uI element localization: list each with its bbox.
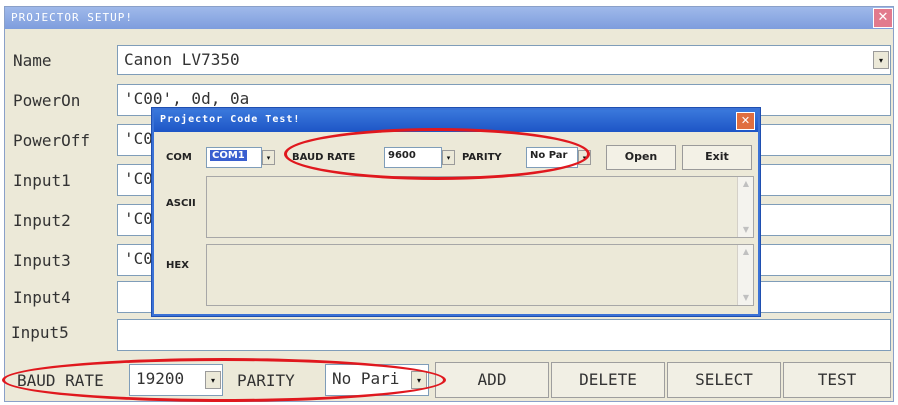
hex-textarea[interactable]: ▲ ▼ <box>206 244 754 306</box>
hex-scrollbar[interactable]: ▲ ▼ <box>737 245 753 305</box>
poweron-value: 'C00', 0d, 0a <box>124 89 250 108</box>
dialog-close-icon[interactable]: ✕ <box>736 112 755 130</box>
bottom-parity-arrow-icon[interactable]: ▾ <box>411 371 427 389</box>
ascii-textarea[interactable]: ▲ ▼ <box>206 176 754 238</box>
ascii-scrollbar[interactable]: ▲ ▼ <box>737 177 753 237</box>
com-arrow-icon[interactable]: ▾ <box>262 150 275 165</box>
poweroff-label: PowerOff <box>13 131 91 150</box>
bottom-baud-arrow-icon[interactable]: ▾ <box>205 371 221 389</box>
input1-label: Input1 <box>13 171 71 190</box>
main-title-bar: PROJECTOR SETUP! ✕ <box>5 7 893 29</box>
dialog-baud-label: BAUD RATE <box>292 152 356 163</box>
poweroff-value: 'C0 <box>124 129 153 148</box>
com-select[interactable]: COM1 <box>206 147 262 168</box>
poweron-label: PowerOn <box>13 91 81 110</box>
main-title: PROJECTOR SETUP! <box>11 11 133 24</box>
dialog-parity-select[interactable]: No Par <box>526 147 578 168</box>
hex-label: HEX <box>166 260 189 271</box>
input5-label: Input5 <box>11 323 69 342</box>
input2-label: Input2 <box>13 211 71 230</box>
name-select[interactable]: Canon LV7350 <box>117 45 891 75</box>
code-test-dialog: Projector Code Test! ✕ COM COM1 ▾ BAUD R… <box>152 108 760 316</box>
com-value: COM1 <box>210 150 247 161</box>
ascii-scroll-down-icon[interactable]: ▼ <box>738 225 754 234</box>
dialog-parity-label: PARITY <box>462 152 502 163</box>
dialog-title: Projector Code Test! <box>160 114 301 125</box>
exit-button[interactable]: Exit <box>682 145 752 170</box>
bottom-parity-label: PARITY <box>237 371 295 390</box>
dialog-baud-value: 9600 <box>388 150 416 161</box>
name-label: Name <box>13 51 52 70</box>
input5-input[interactable] <box>117 319 891 351</box>
input3-value: 'C0 <box>124 249 153 268</box>
ascii-label: ASCII <box>166 198 196 209</box>
dialog-title-bar: Projector Code Test! ✕ <box>154 110 758 132</box>
input1-value: 'C0 <box>124 169 153 188</box>
add-button[interactable]: ADD <box>435 362 549 398</box>
input2-value: 'C0 <box>124 209 153 228</box>
bottom-baud-label: BAUD RATE <box>17 371 104 390</box>
com-label: COM <box>166 152 192 163</box>
dialog-parity-value: No Par <box>530 150 568 161</box>
main-close-icon[interactable]: ✕ <box>873 8 893 28</box>
dialog-baud-arrow-icon[interactable]: ▾ <box>442 150 455 165</box>
ascii-scroll-up-icon[interactable]: ▲ <box>738 179 754 188</box>
bottom-baud-value: 19200 <box>136 369 185 388</box>
select-button[interactable]: SELECT <box>667 362 781 398</box>
name-value: Canon LV7350 <box>124 50 240 69</box>
input3-label: Input3 <box>13 251 71 270</box>
test-button[interactable]: TEST <box>783 362 891 398</box>
hex-scroll-down-icon[interactable]: ▼ <box>738 293 754 302</box>
dialog-parity-arrow-icon[interactable]: ▾ <box>578 150 591 165</box>
bottom-parity-value: No Pari <box>332 369 400 388</box>
hex-scroll-up-icon[interactable]: ▲ <box>738 247 754 256</box>
input4-label: Input4 <box>13 288 71 307</box>
name-dropdown-arrow-icon[interactable]: ▾ <box>873 51 889 69</box>
delete-button[interactable]: DELETE <box>551 362 665 398</box>
open-button[interactable]: Open <box>606 145 676 170</box>
dialog-baud-select[interactable]: 9600 <box>384 147 442 168</box>
